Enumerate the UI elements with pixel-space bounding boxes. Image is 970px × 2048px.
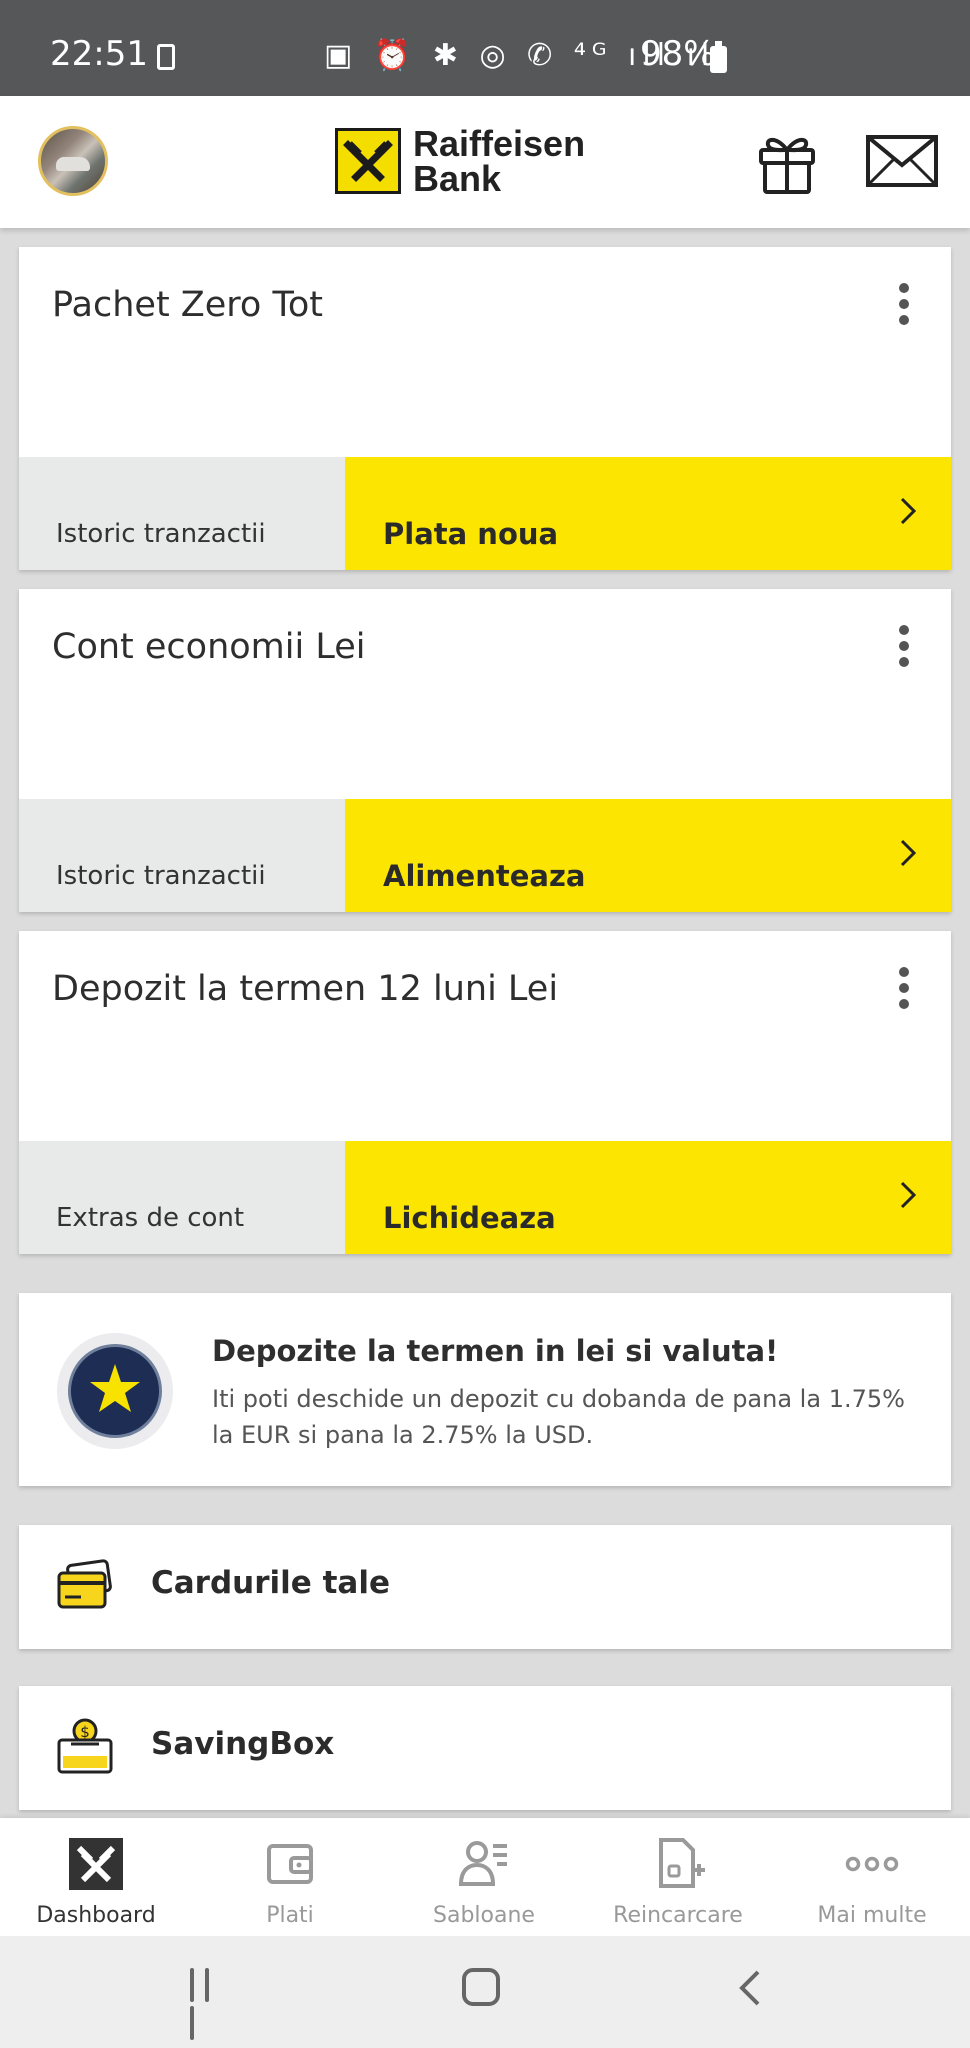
secondary-action-label: Extras de cont [56,1203,245,1233]
nav-plati[interactable]: Plati [197,1836,383,1936]
card-icon [57,1559,112,1609]
menu-item-label: SavingBox [151,1726,335,1762]
user-list-icon [458,1841,507,1886]
secondary-action-label: Istoric tranzactii [56,861,266,891]
chevron-right-icon [900,1181,917,1209]
chevron-right-icon [900,839,917,867]
new-payment-button[interactable]: Plata noua [345,457,951,570]
nav-reincarcare[interactable]: Reincarcare [585,1836,771,1936]
brand-name: Raiffeisen Bank [413,123,586,199]
primary-action-label: Alimenteaza [383,859,586,893]
gift-icon[interactable] [754,131,820,195]
transaction-history-button[interactable]: Istoric tranzactii [19,799,345,912]
account-title: Pachet Zero Tot [52,285,324,325]
avatar[interactable] [38,126,108,196]
account-statement-button[interactable]: Extras de cont [19,1141,345,1254]
more-vertical-icon[interactable] [899,967,911,1009]
system-nav-bar [0,1936,970,2048]
account-actions: Istoric tranzactii Alimenteaza [19,799,951,912]
mail-icon[interactable] [866,135,938,187]
account-actions: Extras de cont Lichideaza [19,1141,951,1254]
status-bar: 22:51 ▣ ⏰ ✱ ◎ ✆ ⁴ᴳ ıll ıll 98% [0,0,970,96]
savingbox-icon: $ [57,1718,113,1774]
nav-label: Dashboard [36,1903,156,1928]
menu-item-label: Cardurile tale [151,1565,390,1601]
secondary-action-label: Istoric tranzactii [56,519,266,549]
nav-mai-multe[interactable]: Mai multe [779,1836,965,1936]
nav-label: Reincarcare [613,1903,743,1928]
nav-label: Plati [266,1903,314,1928]
liquidate-button[interactable]: Lichideaza [345,1141,951,1254]
status-time: 22:51 [50,34,148,74]
nav-label: Mai multe [817,1903,927,1928]
wallet-icon [267,1844,313,1884]
account-actions: Istoric tranzactii Plata noua [19,457,951,570]
sim-icon [157,44,175,70]
account-card[interactable]: Depozit la termen 12 luni Lei Extras de … [19,931,951,1254]
primary-action-label: Plata noua [383,517,559,551]
account-card[interactable]: Cont economii Lei Istoric tranzactii Ali… [19,589,951,912]
more-vertical-icon[interactable] [899,283,911,325]
nav-sabloane[interactable]: Sabloane [391,1836,577,1936]
top-up-button[interactable]: Alimenteaza [345,799,951,912]
nav-dashboard[interactable]: Dashboard [3,1836,189,1936]
chevron-right-icon [900,497,917,525]
raiffeisen-logo-icon [335,128,401,194]
document-add-icon [659,1838,705,1888]
battery-level: 98% [640,34,716,74]
promo-text: Iti poti deschide un depozit cu dobanda … [212,1385,905,1449]
svg-text:$: $ [80,1723,90,1741]
brand-line-2: Bank [413,158,502,199]
cards-menu-item[interactable]: Cardurile tale [19,1525,951,1649]
account-card[interactable]: Pachet Zero Tot Istoric tranzactii Plata… [19,247,951,570]
dashboard-icon [69,1838,123,1890]
account-title: Depozit la termen 12 luni Lei [52,969,559,1009]
more-icon [845,1856,899,1872]
brand-line-1: Raiffeisen [413,123,586,164]
nav-label: Sabloane [433,1903,535,1928]
app-header: Raiffeisen Bank [0,96,970,228]
promo-card[interactable]: Depozite la termen in lei si valuta! Iti… [19,1293,951,1486]
home-icon[interactable] [462,1968,500,2006]
promo-title: Depozite la termen in lei si valuta! [212,1334,779,1368]
star-badge-icon [57,1333,173,1449]
primary-action-label: Lichideaza [383,1201,556,1235]
battery-icon [710,41,727,73]
recents-icon[interactable] [190,1968,230,2040]
back-icon[interactable] [738,1968,762,2008]
savingbox-menu-item[interactable]: $ SavingBox [19,1686,951,1810]
account-title: Cont economii Lei [52,627,366,667]
bottom-nav: Dashboard Plati Sabloane Reincarcare Mai… [0,1818,970,1936]
transaction-history-button[interactable]: Istoric tranzactii [19,457,345,570]
more-vertical-icon[interactable] [899,625,911,667]
